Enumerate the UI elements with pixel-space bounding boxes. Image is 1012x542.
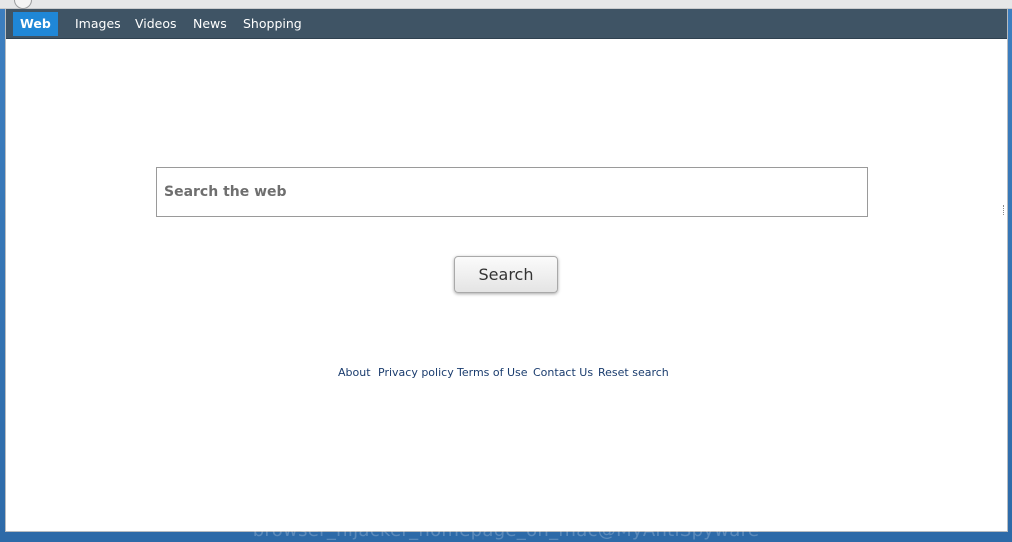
nav-tab-web[interactable]: Web	[13, 12, 58, 36]
footer-link-about[interactable]: About	[338, 366, 371, 379]
window-frame: Web Images Videos News Shopping Search A…	[0, 0, 1012, 542]
search-category-navbar: Web Images Videos News Shopping	[6, 9, 1007, 39]
nav-tab-images[interactable]: Images	[75, 9, 121, 38]
footer-link-contact-us[interactable]: Contact Us	[533, 366, 593, 379]
search-button[interactable]: Search	[454, 256, 558, 293]
nav-tab-news[interactable]: News	[193, 9, 227, 38]
nav-tab-shopping[interactable]: Shopping	[243, 9, 302, 38]
footer-links: About Privacy policy Terms of Use Contac…	[6, 366, 1007, 384]
search-input[interactable]	[157, 168, 867, 216]
footer-link-reset-search[interactable]: Reset search	[598, 366, 669, 379]
browser-top-strip	[0, 0, 1012, 9]
search-box	[156, 167, 868, 217]
page-content: Web Images Videos News Shopping Search A…	[5, 9, 1008, 532]
resize-handle[interactable]	[1003, 205, 1006, 215]
reload-icon[interactable]	[14, 0, 32, 9]
nav-tab-videos[interactable]: Videos	[135, 9, 177, 38]
footer-link-terms-of-use[interactable]: Terms of Use	[457, 366, 528, 379]
footer-link-privacy-policy[interactable]: Privacy policy	[378, 366, 454, 379]
